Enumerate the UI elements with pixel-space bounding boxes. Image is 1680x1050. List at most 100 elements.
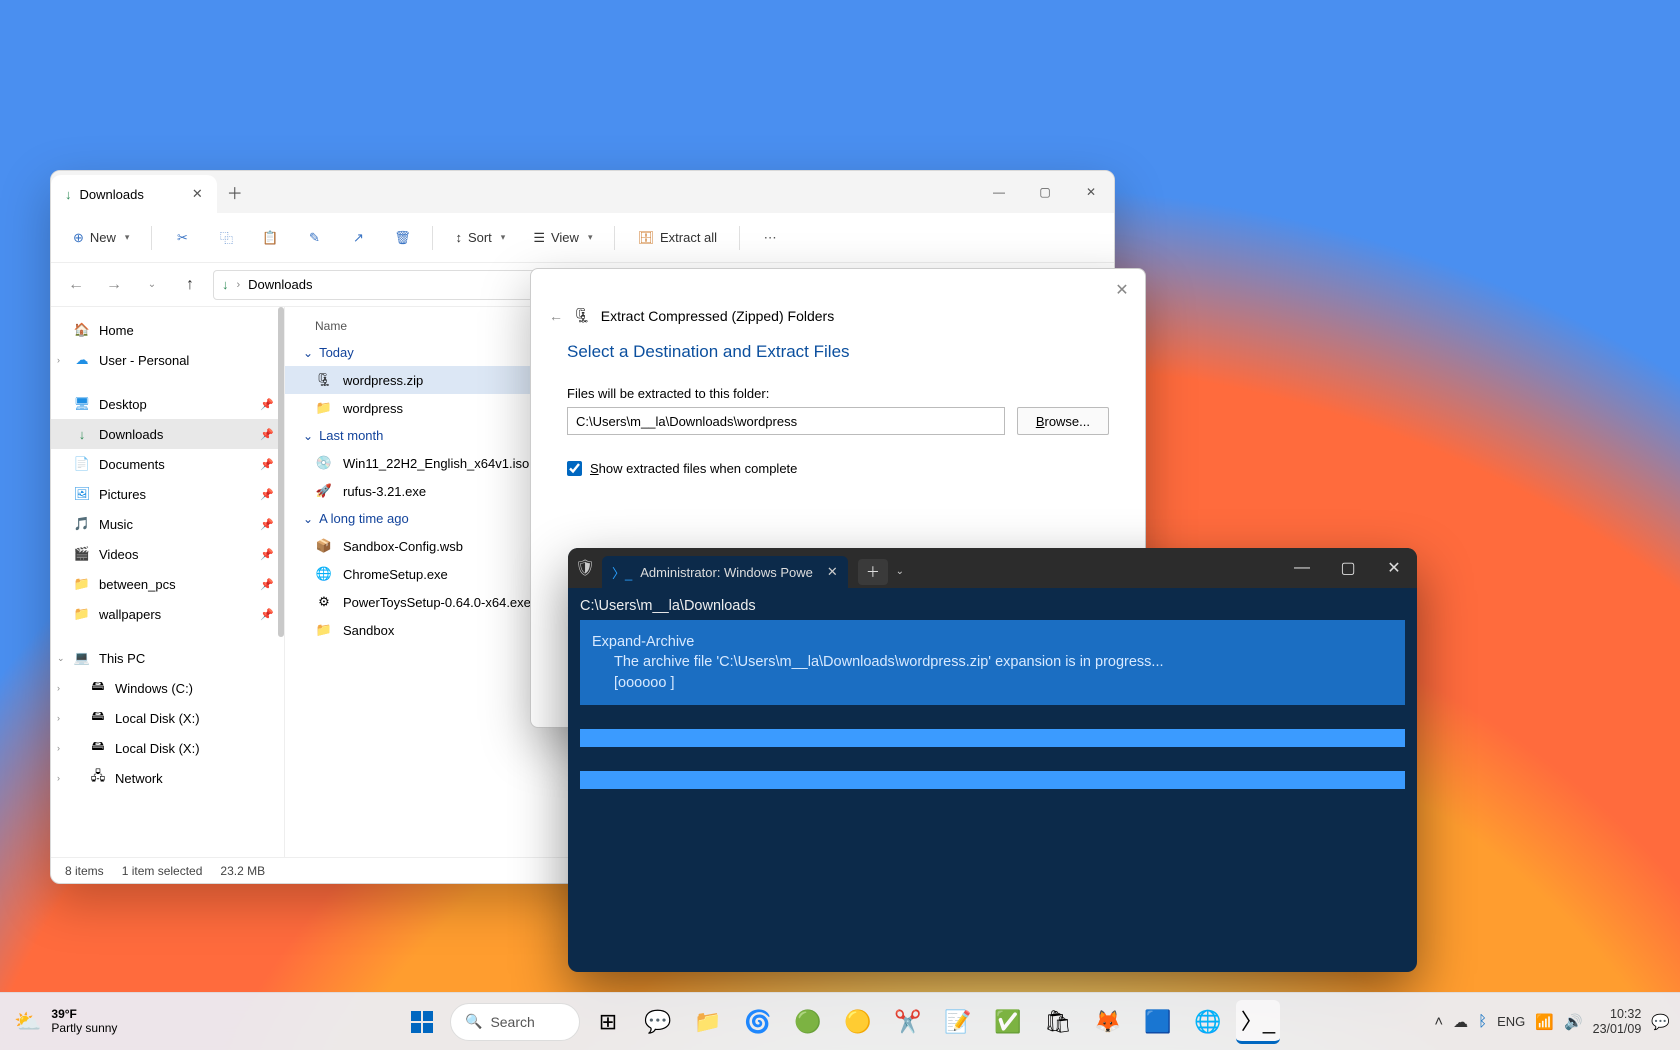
- rename-button[interactable]: ✎: [296, 220, 332, 256]
- taskbar-app-notepad[interactable]: 📝: [936, 1000, 980, 1044]
- explorer-titlebar: ↓ Downloads ✕ ＋ ― ▢ ✕: [51, 171, 1114, 213]
- sidebar-item-wallpapers[interactable]: 📁wallpapers📌: [51, 599, 284, 629]
- sidebar-item-between-pcs[interactable]: 📁between_pcs📌: [51, 569, 284, 599]
- sidebar-item-this-pc[interactable]: ⌄💻This PC: [51, 643, 284, 673]
- terminal-progressbar: [oooooo ]: [592, 673, 1393, 693]
- start-button[interactable]: [400, 1000, 444, 1044]
- taskbar-app-edge-beta[interactable]: 🟢: [786, 1000, 830, 1044]
- terminal-window: 🛡 〉_ Administrator: Windows Powe ✕ ＋ ⌄ ―…: [568, 548, 1417, 972]
- taskbar-app-todo[interactable]: ✅: [986, 1000, 1030, 1044]
- browse-button[interactable]: Browse...: [1017, 407, 1109, 435]
- taskbar-app-vscode[interactable]: 🟦: [1136, 1000, 1180, 1044]
- sidebar-item-network[interactable]: ›🖧Network: [51, 763, 284, 793]
- dialog-title: Extract Compressed (Zipped) Folders: [601, 308, 834, 324]
- copy-button[interactable]: ⿻: [208, 220, 244, 256]
- taskbar-app-snip[interactable]: ✂️: [886, 1000, 930, 1044]
- taskbar-app-edge-canary[interactable]: 🟡: [836, 1000, 880, 1044]
- document-icon: 📄: [73, 456, 91, 472]
- more-button[interactable]: ⋯: [752, 220, 788, 256]
- tray-clock[interactable]: 10:32 23/01/09: [1593, 1007, 1642, 1036]
- plus-circle-icon: ⊕: [73, 230, 84, 246]
- taskbar-search[interactable]: 🔍Search: [450, 1003, 580, 1041]
- explorer-tab-downloads[interactable]: ↓ Downloads ✕: [51, 175, 217, 213]
- tray-notifications-icon[interactable]: 💬: [1651, 1013, 1670, 1031]
- destination-input[interactable]: [567, 407, 1005, 435]
- destination-label: Files will be extracted to this folder:: [567, 386, 1109, 401]
- checkbox-input[interactable]: [567, 461, 582, 476]
- taskbar-app-firefox[interactable]: 🦊: [1086, 1000, 1130, 1044]
- share-button[interactable]: ↗: [340, 220, 376, 256]
- tab-label: Downloads: [80, 187, 144, 202]
- dialog-close-button[interactable]: ✕: [1109, 277, 1135, 303]
- new-tab-button[interactable]: ＋: [217, 171, 253, 213]
- dialog-back-button[interactable]: ←: [549, 308, 563, 324]
- tray-language[interactable]: ENG: [1497, 1014, 1525, 1029]
- cut-button[interactable]: ✂: [164, 220, 200, 256]
- sidebar-item-pictures[interactable]: 🖼Pictures📌: [51, 479, 284, 509]
- sidebar-item-drive-c[interactable]: ›🖴Windows (C:): [51, 673, 284, 703]
- view-button[interactable]: ☰View▾: [523, 224, 602, 252]
- music-icon: 🎵: [73, 516, 91, 532]
- pin-icon: 📌: [260, 608, 274, 621]
- terminal-maximize-button[interactable]: ▢: [1325, 548, 1371, 588]
- new-button[interactable]: ⊕ New ▾: [63, 224, 139, 252]
- nav-up-button[interactable]: ↑: [175, 270, 205, 300]
- pin-icon: 📌: [260, 518, 274, 531]
- task-view-button[interactable]: ⊞: [586, 1000, 630, 1044]
- terminal-body[interactable]: C:\Users\m__la\Downloads Expand-Archive …: [568, 588, 1417, 972]
- sidebar-item-videos[interactable]: 🎬Videos📌: [51, 539, 284, 569]
- taskbar-app-terminal[interactable]: 〉_: [1236, 1000, 1280, 1044]
- tab-close-button[interactable]: ✕: [192, 186, 203, 202]
- nav-forward-button[interactable]: →: [99, 270, 129, 300]
- nav-back-button[interactable]: ←: [61, 270, 91, 300]
- sidebar-item-drive-x1[interactable]: ›🖴Local Disk (X:): [51, 703, 284, 733]
- taskbar-app-chat[interactable]: 💬: [636, 1000, 680, 1044]
- sidebar-item-documents[interactable]: 📄Documents📌: [51, 449, 284, 479]
- home-icon: 🏠: [73, 322, 91, 338]
- extract-all-button[interactable]: 🗄Extract all: [627, 224, 727, 252]
- volume-icon: 🔊: [1564, 1013, 1583, 1031]
- weather-widget[interactable]: ⛅ 39°F Partly sunny: [0, 1008, 131, 1034]
- folder-icon: 📁: [315, 400, 333, 416]
- tray-bluetooth-icon[interactable]: ᛒ: [1478, 1013, 1487, 1030]
- terminal-close-button[interactable]: ✕: [1371, 548, 1417, 588]
- paste-button[interactable]: 📋: [252, 220, 288, 256]
- show-extracted-checkbox[interactable]: Show extracted files when complete: [567, 461, 1109, 476]
- terminal-command: Expand-Archive: [592, 632, 1393, 652]
- breadcrumb[interactable]: Downloads: [248, 277, 312, 292]
- shield-icon: 🛡: [568, 558, 602, 578]
- terminal-cwd: C:\Users\m__la\Downloads: [580, 598, 1405, 614]
- terminal-minimize-button[interactable]: ―: [1279, 548, 1325, 588]
- sort-button[interactable]: ↕Sort▾: [445, 224, 515, 251]
- taskbar-app-chrome[interactable]: 🌐: [1186, 1000, 1230, 1044]
- status-size: 23.2 MB: [220, 864, 265, 878]
- folder-icon: 📁: [315, 622, 333, 638]
- sidebar-item-music[interactable]: 🎵Music📌: [51, 509, 284, 539]
- sidebar-item-downloads[interactable]: ↓Downloads📌: [51, 419, 284, 449]
- tray-quick-settings[interactable]: 📶 🔊: [1535, 1013, 1582, 1031]
- explorer-toolbar: ⊕ New ▾ ✂ ⿻ 📋 ✎ ↗ 🗑 ↕Sort▾ ☰View▾ 🗄Extra…: [51, 213, 1114, 263]
- taskbar: ⛅ 39°F Partly sunny 🔍Search ⊞ 💬 📁 🌀 🟢 🟡 …: [0, 992, 1680, 1050]
- taskbar-app-edge[interactable]: 🌀: [736, 1000, 780, 1044]
- terminal-tab-dropdown[interactable]: ⌄: [890, 559, 910, 585]
- sidebar-item-user[interactable]: ›☁User - Personal: [51, 345, 284, 375]
- terminal-tab-close[interactable]: ✕: [827, 564, 838, 580]
- pc-icon: 💻: [73, 650, 91, 666]
- sidebar-item-home[interactable]: 🏠Home: [51, 315, 284, 345]
- taskbar-app-store[interactable]: 🛍: [1036, 1000, 1080, 1044]
- sidebar-item-desktop[interactable]: 🖥Desktop📌: [51, 389, 284, 419]
- delete-button[interactable]: 🗑: [384, 220, 420, 256]
- minimize-button[interactable]: ―: [976, 171, 1022, 213]
- taskbar-app-explorer[interactable]: 📁: [686, 1000, 730, 1044]
- terminal-new-tab-button[interactable]: ＋: [858, 559, 888, 585]
- nav-recent-button[interactable]: ⌄: [137, 270, 167, 300]
- tray-overflow-button[interactable]: ˄: [1434, 1013, 1443, 1030]
- zip-folder-icon: 🗜: [573, 307, 591, 324]
- sidebar-item-drive-x2[interactable]: ›🖴Local Disk (X:): [51, 733, 284, 763]
- tray-onedrive-icon[interactable]: ☁: [1453, 1013, 1468, 1031]
- maximize-button[interactable]: ▢: [1022, 171, 1068, 213]
- terminal-tab[interactable]: 〉_ Administrator: Windows Powe ✕: [602, 556, 848, 588]
- weather-icon: ⛅: [14, 1009, 41, 1035]
- close-button[interactable]: ✕: [1068, 171, 1114, 213]
- chevron-right-icon: ›: [57, 713, 60, 723]
